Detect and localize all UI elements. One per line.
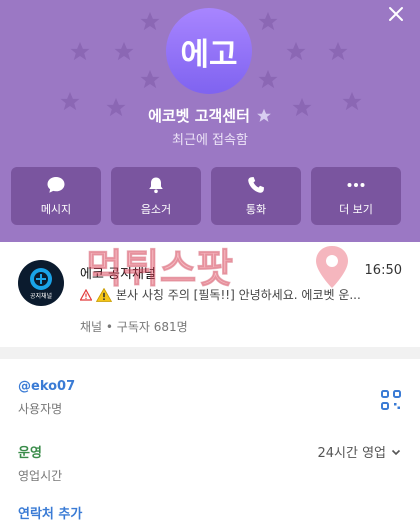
channel-preview-text: 본사 사칭 주의 [필독!!] 안녕하세요. 에코벳 운... — [116, 288, 361, 302]
phone-icon — [246, 175, 266, 195]
close-button[interactable] — [386, 4, 406, 24]
chat-icon — [46, 175, 66, 195]
channel-preview: 본사 사칭 주의 [필독!!] 안녕하세요. 에코벳 운... — [80, 286, 402, 303]
business-hours-row[interactable]: 운영 영업시간 24시간 영업 — [18, 442, 402, 484]
channel-title: 에코 공지채널 — [80, 267, 156, 282]
profile-name-row: 에코벳 고객센터 — [0, 105, 420, 126]
profile-name: 에코벳 고객센터 — [148, 107, 250, 125]
avatar-initials: 에고 — [180, 36, 238, 73]
more-label: 더 보기 — [339, 203, 373, 216]
premium-star-icon — [257, 108, 271, 122]
message-label: 메시지 — [40, 203, 72, 216]
operation-label: 영업시간 — [18, 469, 63, 483]
bell-icon — [146, 175, 166, 195]
more-icon — [346, 175, 366, 195]
add-contact-link[interactable]: 연락처 추가 — [18, 503, 402, 522]
add-contact-row[interactable]: 연락처 추가 — [18, 503, 402, 522]
profile-header: 에고 에코벳 고객센터 최근에 접속함 메시지 음소거 통화 더 보기 — [0, 0, 420, 242]
close-icon — [389, 7, 403, 21]
section-divider — [0, 347, 420, 359]
more-button[interactable]: 더 보기 — [311, 167, 401, 225]
call-label: 통화 — [245, 203, 267, 216]
action-bar: 메시지 음소거 통화 더 보기 — [11, 167, 409, 225]
avatar: 에고 — [166, 8, 252, 94]
chevron-down-icon — [391, 449, 401, 455]
call-button[interactable]: 통화 — [211, 167, 301, 225]
username[interactable]: @eko07 — [18, 379, 402, 394]
channel-logo-text: 공지채널 — [30, 292, 52, 300]
last-seen-status: 최근에 접속함 — [172, 133, 248, 148]
channel-logo: 공지채널 — [18, 260, 64, 306]
message-button[interactable]: 메시지 — [11, 167, 101, 225]
warning-emoji-icon — [96, 287, 112, 302]
qr-code-icon[interactable] — [380, 389, 402, 411]
channel-meta: 채널 • 구독자 681명 — [80, 320, 188, 334]
linked-channel-item[interactable]: 공지채널 에코 공지채널 16:50 본사 사칭 주의 [필독!!] 안녕하세요… — [0, 242, 420, 347]
hours-value: 24시간 영업 — [317, 446, 386, 461]
username-label: 사용자명 — [18, 402, 63, 416]
hours-dropdown[interactable]: 24시간 영업 — [317, 442, 402, 461]
warning-icon — [80, 288, 92, 301]
channel-time: 16:50 — [364, 263, 402, 278]
username-row[interactable]: @eko07 사용자명 — [18, 379, 402, 417]
mute-label: 음소거 — [140, 203, 172, 216]
mute-button[interactable]: 음소거 — [111, 167, 201, 225]
